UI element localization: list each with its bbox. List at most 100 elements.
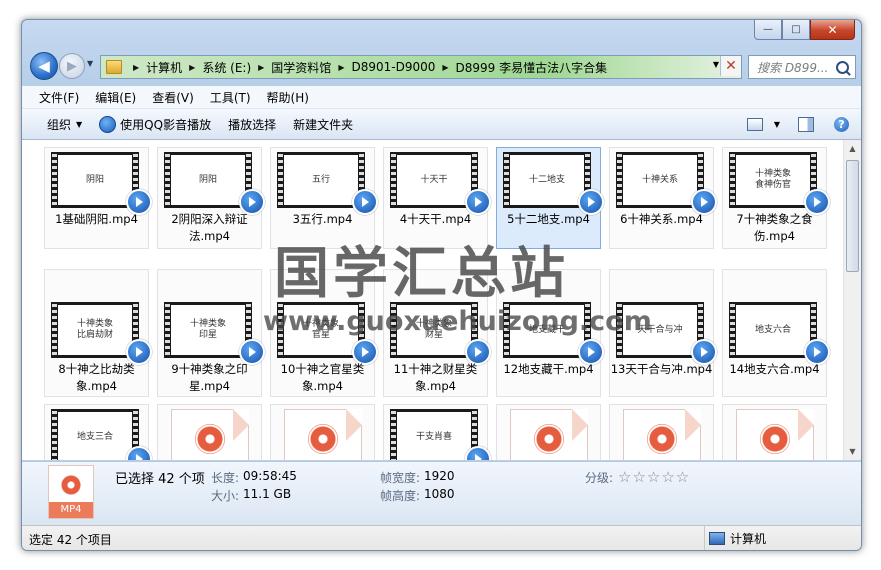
- qq-player-icon: [99, 115, 117, 133]
- media-file-icon: [736, 409, 814, 460]
- new-folder-label: 新建文件夹: [293, 117, 354, 132]
- scroll-up-icon[interactable]: ▲: [844, 140, 861, 157]
- file-name: 7十神类象之食伤.mp4: [736, 212, 813, 243]
- search-box[interactable]: 搜索 D899...: [748, 55, 856, 79]
- chevron-down-icon: ▼: [76, 119, 83, 129]
- forward-button[interactable]: ▶: [59, 53, 85, 79]
- breadcrumb-current-folder[interactable]: D8999 李易懂古法八字合集: [456, 59, 608, 76]
- address-bar[interactable]: ▶ 计算机 ▶ 系统 (E:) ▶ 国学资料馆 ▶ D8901-D9000 ▶ …: [100, 55, 742, 79]
- size-value: 11.1 GB: [243, 487, 292, 501]
- film-strip-icon: [165, 304, 170, 356]
- thumbnail-text: 十二地支: [510, 155, 584, 205]
- film-strip-icon: [52, 411, 57, 460]
- watermark-url: www.guoxuehuizong.com: [263, 306, 652, 337]
- play-with-qq-button[interactable]: 使用QQ影音播放: [99, 115, 211, 133]
- film-strip-icon: [504, 154, 509, 206]
- breadcrumb-library[interactable]: 国学资料馆: [271, 59, 331, 76]
- file-item[interactable]: 十神关系 6十神关系.mp4: [609, 147, 717, 249]
- scroll-thumb[interactable]: [846, 160, 859, 272]
- size-label: 大小:: [211, 489, 240, 503]
- menu-bar: 文件(F) 编辑(E) 查看(V) 工具(T) 帮助(H): [22, 86, 861, 109]
- file-item[interactable]: 阴阳 2阴阳深入辩证法.mp4: [157, 147, 265, 249]
- help-icon[interactable]: ?: [834, 116, 849, 132]
- film-strip-icon: [52, 304, 57, 356]
- file-item[interactable]: 地支三合: [44, 404, 152, 460]
- media-file-icon: [284, 409, 362, 460]
- menu-edit[interactable]: 编辑(E): [87, 89, 144, 106]
- preview-pane-icon[interactable]: [798, 116, 814, 132]
- back-button[interactable]: ◀: [30, 52, 58, 80]
- file-item[interactable]: [157, 404, 262, 460]
- breadcrumb-computer[interactable]: 计算机: [146, 59, 182, 76]
- video-reel-icon: [534, 424, 564, 454]
- chevron-right-icon[interactable]: ▶: [133, 63, 139, 72]
- menu-view[interactable]: 查看(V): [144, 89, 202, 106]
- status-location: 计算机: [704, 526, 767, 550]
- film-strip-icon: [730, 304, 735, 356]
- chevron-right-icon[interactable]: ▶: [189, 63, 195, 72]
- media-file-icon: [171, 409, 249, 460]
- file-item[interactable]: 阴阳 1基础阴阳.mp4: [44, 147, 152, 249]
- search-icon[interactable]: [836, 60, 849, 74]
- thumbnail-text: 十天干: [397, 155, 471, 205]
- menu-tools[interactable]: 工具(T): [202, 89, 259, 106]
- maximize-button[interactable]: □: [782, 20, 810, 40]
- menu-file[interactable]: 文件(F): [31, 89, 87, 106]
- thumbnail-text: 十神类象 食神伤官: [736, 155, 810, 205]
- file-item[interactable]: 地支六合 14地支六合.mp4: [722, 269, 830, 397]
- qq-player-badge-icon: [126, 446, 152, 460]
- film-strip-icon: [391, 154, 396, 206]
- file-item[interactable]: [496, 404, 601, 460]
- status-computer-label: 计算机: [730, 532, 767, 546]
- chevron-right-icon[interactable]: ▶: [442, 63, 448, 72]
- file-item[interactable]: 十神类象 印星 9十神类象之印星.mp4: [157, 269, 265, 397]
- file-type-label: MP4: [49, 502, 93, 518]
- status-selected-items: 选定 42 个项目: [29, 533, 112, 547]
- film-strip-icon: [391, 411, 396, 460]
- address-dropdown-icon[interactable]: ▼: [713, 60, 719, 69]
- file-item[interactable]: [270, 404, 375, 460]
- play-selection-button[interactable]: 播放选择: [228, 116, 276, 133]
- vertical-scrollbar[interactable]: ▲ ▼: [843, 140, 861, 460]
- watermark-title: 国学汇总站: [274, 241, 570, 305]
- film-strip-icon: [617, 154, 622, 206]
- navigation-row: ◀ ▶ ▼ ▶ 计算机 ▶ 系统 (E:) ▶ 国学资料馆 ▶ D8901-D9…: [22, 50, 861, 84]
- thumbnail-text: 十神类象 比肩劫财: [58, 305, 132, 355]
- thumbnail-text: 十神关系: [623, 155, 697, 205]
- scroll-down-icon[interactable]: ▼: [844, 443, 861, 460]
- breadcrumb-range[interactable]: D8901-D9000: [351, 60, 435, 74]
- qq-player-badge-icon: [465, 446, 491, 460]
- rating-stars[interactable]: ☆☆☆☆☆: [618, 468, 690, 486]
- folder-icon: [106, 60, 122, 74]
- file-name: 14地支六合.mp4: [729, 362, 820, 376]
- chevron-right-icon[interactable]: ▶: [338, 63, 344, 72]
- file-item[interactable]: 十神类象 比肩劫财 8十神之比劫类象.mp4: [44, 269, 152, 397]
- play-selection-label: 播放选择: [228, 117, 277, 132]
- file-name: 11十神之财星类象.mp4: [393, 362, 478, 393]
- file-item[interactable]: 干支肖喜: [383, 404, 491, 460]
- thumbnail-text: 十神类象 印星: [171, 305, 245, 355]
- media-file-icon: [510, 409, 588, 460]
- frame-height-value: 1080: [424, 487, 455, 501]
- search-input[interactable]: 搜索 D899...: [757, 59, 836, 76]
- thumbnail-text: 地支六合: [736, 305, 810, 355]
- view-options-icon[interactable]: [746, 117, 763, 131]
- view-dropdown-icon[interactable]: ▼: [774, 120, 780, 129]
- video-reel-icon: [195, 424, 225, 454]
- chevron-right-icon[interactable]: ▶: [258, 63, 264, 72]
- recent-pages-dropdown[interactable]: ▼: [87, 59, 93, 68]
- thumbnail-text: 阴阳: [58, 155, 132, 205]
- file-name: 4十天干.mp4: [399, 212, 472, 226]
- file-item[interactable]: [609, 404, 714, 460]
- file-item[interactable]: [722, 404, 827, 460]
- breadcrumb-drive[interactable]: 系统 (E:): [202, 59, 251, 76]
- file-item[interactable]: 十神类象 食神伤官 7十神类象之食伤.mp4: [722, 147, 830, 249]
- new-folder-button[interactable]: 新建文件夹: [293, 116, 353, 133]
- minimize-button[interactable]: —: [754, 20, 782, 40]
- menu-help[interactable]: 帮助(H): [259, 89, 317, 106]
- close-button[interactable]: ✕: [810, 20, 855, 40]
- organize-label: 组织: [47, 117, 72, 132]
- file-name: 6十神关系.mp4: [620, 212, 703, 226]
- address-clear-button[interactable]: ✕: [720, 56, 741, 76]
- organize-button[interactable]: 组织 ▼: [47, 116, 82, 133]
